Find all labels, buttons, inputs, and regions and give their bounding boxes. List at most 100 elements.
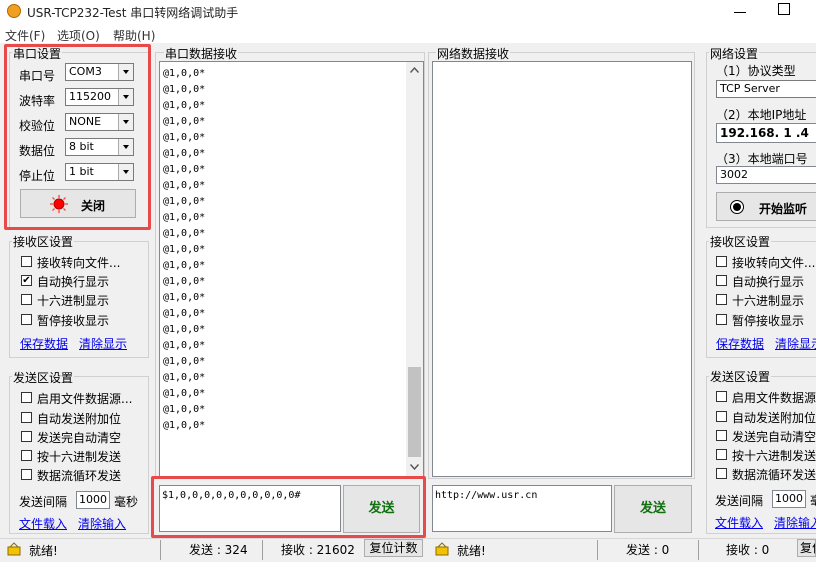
app-icon bbox=[7, 4, 21, 18]
menu-options[interactable]: 选项(O) bbox=[57, 27, 100, 44]
left-rx-autonewline-label: 自动换行显示 bbox=[37, 275, 110, 289]
scroll-thumb[interactable] bbox=[408, 367, 421, 457]
net-rx-textarea[interactable] bbox=[432, 61, 692, 477]
right-tx-filesource-label: 启用文件数据源... bbox=[732, 391, 816, 405]
local-port-input[interactable]: 3002 bbox=[716, 166, 816, 184]
serial-rx-line: @1,0,0* bbox=[163, 84, 206, 95]
left-rx-pause-label: 暂停接收显示 bbox=[37, 314, 110, 328]
right-tx-autoclear-checkbox[interactable] bbox=[716, 430, 727, 441]
serial-rx-line: @1,0,0* bbox=[163, 212, 206, 223]
serial-rx-line: @1,0,0* bbox=[163, 148, 206, 159]
net-tx-input[interactable]: http://www.usr.cn bbox=[432, 485, 612, 532]
right-tx-hex-checkbox[interactable] bbox=[716, 449, 727, 460]
serial-rx-line: @1,0,0* bbox=[163, 276, 206, 287]
net-rx-title: 网络数据接收 bbox=[436, 45, 511, 62]
local-port-label: （3）本地端口号 bbox=[716, 152, 808, 166]
serial-rx-line: @1,0,0* bbox=[163, 420, 206, 431]
serial-rx-line: @1,0,0* bbox=[163, 372, 206, 383]
left-status-ready: 就绪! bbox=[29, 544, 58, 558]
serial-rx-line: @1,0,0* bbox=[163, 132, 206, 143]
serial-rx-line: @1,0,0* bbox=[163, 116, 206, 127]
net-send-button[interactable]: 发送 bbox=[614, 485, 692, 533]
left-save-data-link[interactable]: 保存数据 bbox=[20, 335, 68, 352]
right-clear-display-link[interactable]: 清除显示 bbox=[775, 335, 816, 352]
left-tx-filesource-checkbox[interactable] bbox=[21, 392, 32, 403]
right-interval-input[interactable]: 1000 bbox=[772, 490, 806, 508]
right-load-file-link[interactable]: 文件载入 bbox=[715, 514, 763, 531]
protocol-select[interactable]: TCP Server bbox=[716, 80, 816, 98]
left-rx-hex-label: 十六进制显示 bbox=[37, 294, 110, 308]
net-settings-title: 网络设置 bbox=[709, 45, 760, 62]
right-tx-filesource-checkbox[interactable] bbox=[716, 391, 727, 402]
right-rx-pause-checkbox[interactable] bbox=[716, 314, 727, 325]
minimize-button[interactable] bbox=[732, 4, 748, 18]
left-status-sent: 发送 : 324 bbox=[189, 543, 248, 557]
ready-icon bbox=[435, 542, 449, 556]
serial-rx-line: @1,0,0* bbox=[163, 228, 206, 239]
left-tx-hex-label: 按十六进制发送 bbox=[37, 450, 122, 464]
left-tx-autoappend-checkbox[interactable] bbox=[21, 412, 32, 423]
right-tx-autoappend-checkbox[interactable] bbox=[716, 411, 727, 422]
right-interval-label: 发送间隔 bbox=[715, 494, 764, 508]
left-rx-autonewline-checkbox[interactable]: ✔ bbox=[21, 275, 32, 286]
right-tx-loop-checkbox[interactable] bbox=[716, 468, 727, 479]
start-listen-button[interactable]: 开始监听 bbox=[716, 192, 816, 221]
window-title: USR-TCP232-Test 串口转网络调试助手 bbox=[27, 6, 239, 20]
right-rx-hex-checkbox[interactable] bbox=[716, 294, 727, 305]
serial-rx-scrollbar[interactable] bbox=[406, 62, 423, 476]
scroll-up-icon[interactable] bbox=[410, 67, 419, 73]
status-divider bbox=[597, 540, 598, 560]
serial-rx-line: @1,0,0* bbox=[163, 196, 206, 207]
left-load-file-link[interactable]: 文件载入 bbox=[19, 515, 67, 532]
right-tx-hex-label: 按十六进制发送 bbox=[732, 449, 816, 463]
left-clear-display-link[interactable]: 清除显示 bbox=[79, 335, 127, 352]
right-tx-settings-title: 发送区设置 bbox=[709, 368, 772, 385]
right-status-sent: 发送 : 0 bbox=[626, 543, 670, 557]
right-rx-autonewline-checkbox[interactable] bbox=[716, 275, 727, 286]
right-save-data-link[interactable]: 保存数据 bbox=[716, 335, 764, 352]
title-bar: USR-TCP232-Test 串口转网络调试助手 bbox=[0, 0, 816, 24]
left-tx-hex-checkbox[interactable] bbox=[21, 450, 32, 461]
left-tx-autoclear-label: 发送完自动清空 bbox=[37, 431, 122, 445]
left-tx-autoclear-checkbox[interactable] bbox=[21, 431, 32, 442]
serial-rx-line: @1,0,0* bbox=[163, 164, 206, 175]
status-indicator-icon bbox=[730, 200, 744, 214]
menu-help[interactable]: 帮助(H) bbox=[113, 27, 155, 44]
maximize-button[interactable] bbox=[778, 3, 790, 15]
serial-rx-line: @1,0,0* bbox=[163, 388, 206, 399]
local-ip-input[interactable]: 192.168. 1 .4 bbox=[716, 123, 816, 143]
left-rx-hex-checkbox[interactable] bbox=[21, 294, 32, 305]
right-clear-input-link[interactable]: 清除输入 bbox=[774, 514, 816, 531]
left-interval-label: 发送间隔 bbox=[19, 495, 68, 509]
right-rx-redirect-checkbox[interactable] bbox=[716, 256, 727, 267]
start-listen-label: 开始监听 bbox=[759, 202, 808, 216]
status-divider bbox=[160, 540, 161, 560]
left-status-received: 接收 : 21602 bbox=[281, 543, 355, 557]
protocol-label: （1）协议类型 bbox=[716, 64, 796, 78]
left-interval-unit: 毫秒 bbox=[114, 495, 139, 509]
left-tx-autoappend-label: 自动发送附加位 bbox=[37, 412, 122, 426]
serial-rx-line: @1,0,0* bbox=[163, 68, 206, 79]
serial-rx-line: @1,0,0* bbox=[163, 244, 206, 255]
serial-rx-line: @1,0,0* bbox=[163, 308, 206, 319]
right-tx-loop-label: 数据流循环发送 bbox=[732, 468, 816, 482]
left-reset-count-button[interactable]: 复位计数 bbox=[364, 539, 423, 557]
menu-file[interactable]: 文件(F) bbox=[5, 27, 45, 44]
status-divider bbox=[262, 540, 263, 560]
serial-rx-line: @1,0,0* bbox=[163, 404, 206, 415]
right-rx-autonewline-label: 自动换行显示 bbox=[732, 275, 805, 289]
left-interval-input[interactable]: 1000 bbox=[76, 491, 110, 509]
serial-rx-line: @1,0,0* bbox=[163, 324, 206, 335]
left-clear-input-link[interactable]: 清除输入 bbox=[78, 515, 126, 532]
left-tx-loop-label: 数据流循环发送 bbox=[37, 469, 122, 483]
right-status-received: 接收 : 0 bbox=[726, 543, 770, 557]
serial-rx-line: @1,0,0* bbox=[163, 356, 206, 367]
serial-rx-line: @1,0,0* bbox=[163, 260, 206, 271]
serial-rx-textarea[interactable]: @1,0,0* @1,0,0* @1,0,0* @1,0,0* @1,0,0* @1,0,… bbox=[159, 61, 424, 477]
left-rx-redirect-checkbox[interactable] bbox=[21, 256, 32, 267]
left-tx-loop-checkbox[interactable] bbox=[21, 469, 32, 480]
scroll-down-icon[interactable] bbox=[410, 464, 419, 470]
right-reset-count-button[interactable]: 复位计数 bbox=[797, 539, 816, 557]
left-rx-pause-checkbox[interactable] bbox=[21, 314, 32, 325]
menu-bar: 文件(F) 选项(O) 帮助(H) bbox=[0, 24, 816, 43]
